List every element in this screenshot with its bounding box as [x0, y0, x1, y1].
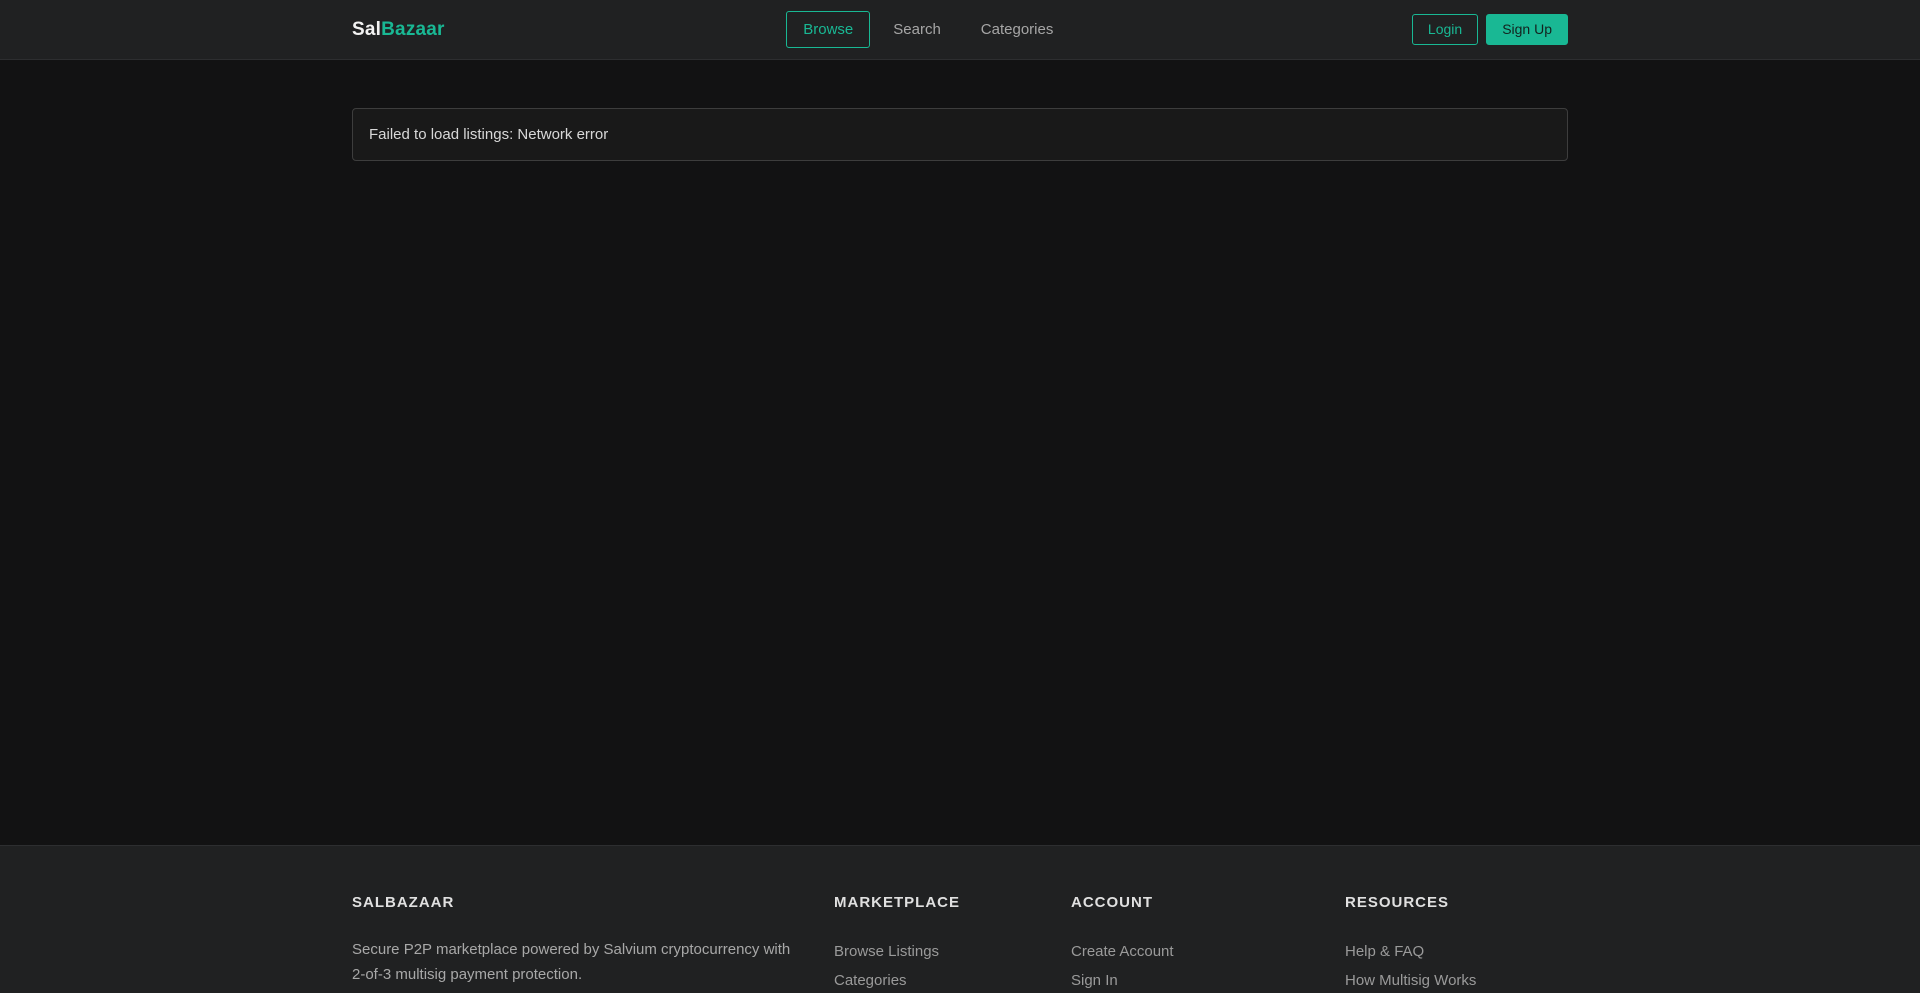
footer-resources-heading: RESOURCES — [1345, 894, 1568, 911]
footer-resources-column: RESOURCES Help & FAQ How Multisig Works … — [1345, 894, 1568, 993]
signup-button[interactable]: Sign Up — [1486, 14, 1568, 45]
header: SalBazaar Browse Search Categories Login… — [0, 0, 1920, 60]
main-content: Failed to load listings: Network error — [0, 108, 1920, 845]
footer-link-sign-in[interactable]: Sign In — [1071, 966, 1313, 993]
footer-about-column: SALBAZAAR Secure P2P marketplace powered… — [352, 894, 802, 993]
error-message: Failed to load listings: Network error — [369, 126, 608, 143]
footer-about-description: Secure P2P marketplace powered by Salviu… — [352, 937, 802, 987]
nav-categories[interactable]: Categories — [964, 11, 1071, 48]
footer-link-how-multisig-works[interactable]: How Multisig Works — [1345, 966, 1568, 993]
footer-marketplace-heading: MARKETPLACE — [834, 894, 1039, 911]
footer-link-categories[interactable]: Categories — [834, 966, 1039, 993]
logo-prefix: Sal — [352, 19, 381, 40]
error-banner: Failed to load listings: Network error — [352, 108, 1568, 161]
footer-marketplace-column: MARKETPLACE Browse Listings Categories S… — [834, 894, 1039, 993]
nav-browse[interactable]: Browse — [786, 11, 870, 48]
login-button[interactable]: Login — [1412, 14, 1478, 45]
footer-link-create-account[interactable]: Create Account — [1071, 937, 1313, 966]
logo-suffix: Bazaar — [381, 19, 445, 40]
footer-about-heading: SALBAZAAR — [352, 894, 802, 911]
logo[interactable]: SalBazaar — [352, 19, 445, 41]
footer-account-column: ACCOUNT Create Account Sign In Settings — [1071, 894, 1313, 993]
footer: SALBAZAAR Secure P2P marketplace powered… — [0, 845, 1920, 993]
footer-link-help-faq[interactable]: Help & FAQ — [1345, 937, 1568, 966]
footer-account-heading: ACCOUNT — [1071, 894, 1313, 911]
auth-actions: Login Sign Up — [1412, 14, 1568, 45]
main-nav: Browse Search Categories — [786, 11, 1070, 48]
nav-search[interactable]: Search — [876, 11, 958, 48]
footer-link-browse-listings[interactable]: Browse Listings — [834, 937, 1039, 966]
